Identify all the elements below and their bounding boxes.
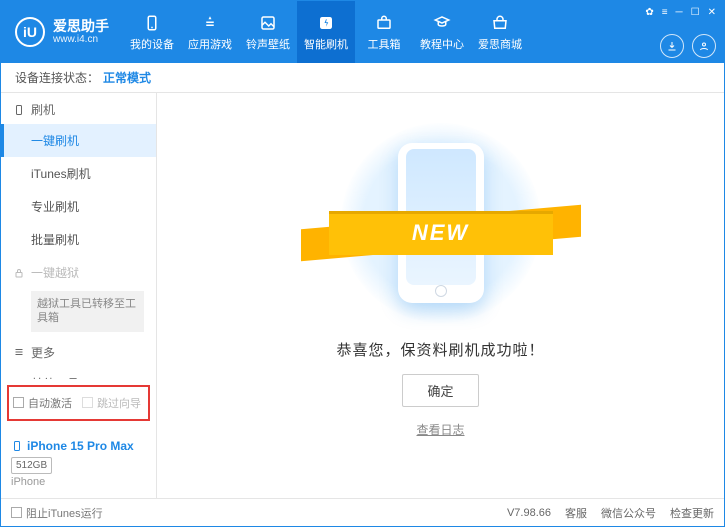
window-controls: ✿ ≡ ─ ☐ ✕ (637, 1, 724, 24)
brand-logo-icon: iU (15, 17, 45, 47)
success-illustration: NEW (341, 123, 541, 323)
nav-flash[interactable]: 智能刷机 (297, 1, 355, 63)
success-message: 恭喜您，保资料刷机成功啦！ (336, 339, 544, 360)
brand-area: iU 爱思助手 www.i4.cn (1, 1, 123, 63)
brand-site: www.i4.cn (53, 34, 109, 45)
apps-icon (200, 13, 220, 33)
device-icon (142, 13, 162, 33)
checkbox-label: 自动激活 (28, 395, 72, 411)
tutorial-icon (432, 13, 452, 33)
nav-ringtones[interactable]: 铃声壁纸 (239, 1, 297, 63)
list-icon (13, 346, 25, 358)
flash-icon (316, 13, 336, 33)
wechat-link[interactable]: 微信公众号 (601, 505, 656, 521)
device-name: iPhone 15 Pro Max (27, 437, 134, 455)
status-mode: 正常模式 (103, 69, 151, 86)
sidebar: 刷机 一键刷机 iTunes刷机 专业刷机 批量刷机 一键越狱 越狱工具已转移至… (1, 93, 157, 498)
checkbox-label: 阻止iTunes运行 (26, 505, 103, 521)
maximize-icon[interactable]: ☐ (691, 7, 700, 18)
sidebar-section-jailbreak: 一键越狱 (1, 256, 156, 287)
device-storage: 512GB (11, 457, 52, 474)
nav-label: 铃声壁纸 (246, 36, 290, 52)
device-type: iPhone (11, 474, 146, 491)
nav-label: 我的设备 (130, 36, 174, 52)
skip-guide-checkbox[interactable]: 跳过向导 (82, 395, 141, 411)
device-small-icon (11, 440, 23, 452)
sidebar-section-flash[interactable]: 刷机 (1, 93, 156, 124)
sidebar-item-pro-flash[interactable]: 专业刷机 (1, 190, 156, 223)
checkbox-label: 跳过向导 (97, 395, 141, 411)
sidebar-item-other-tools[interactable]: 其他工具 (1, 367, 156, 379)
nav-tutorials[interactable]: 教程中心 (413, 1, 471, 63)
menu-icon[interactable]: ≡ (662, 7, 668, 18)
section-label: 更多 (31, 344, 55, 361)
auto-activate-checkbox[interactable]: 自动激活 (13, 395, 72, 411)
phone-icon (13, 104, 25, 116)
account-button[interactable] (692, 34, 716, 58)
section-label: 刷机 (31, 101, 55, 118)
jailbreak-moved-note: 越狱工具已转移至工具箱 (31, 291, 144, 332)
nav-label: 工具箱 (368, 36, 401, 52)
sidebar-item-itunes-flash[interactable]: iTunes刷机 (1, 157, 156, 190)
nav-apps-games[interactable]: 应用游戏 (181, 1, 239, 63)
minimize-icon[interactable]: ─ (676, 7, 683, 18)
skin-icon[interactable]: ✿ (645, 7, 653, 18)
top-nav: 我的设备 应用游戏 铃声壁纸 智能刷机 工具箱 教程中心 (123, 1, 637, 63)
nav-my-device[interactable]: 我的设备 (123, 1, 181, 63)
close-icon[interactable]: ✕ (708, 7, 716, 18)
device-info: iPhone 15 Pro Max 512GB iPhone (1, 431, 156, 499)
store-icon (490, 13, 510, 33)
flash-options-highlight: 自动激活 跳过向导 (7, 385, 150, 421)
block-itunes-checkbox[interactable]: 阻止iTunes运行 (11, 505, 103, 521)
app-header: iU 爱思助手 www.i4.cn 我的设备 应用游戏 铃声壁纸 智能刷机 (1, 1, 724, 63)
check-update-link[interactable]: 检查更新 (670, 505, 714, 521)
nav-store[interactable]: 爱思商城 (471, 1, 529, 63)
wallpaper-icon (258, 13, 278, 33)
nav-label: 教程中心 (420, 36, 464, 52)
ok-button[interactable]: 确定 (402, 374, 478, 407)
download-button[interactable] (660, 34, 684, 58)
brand-name: 爱思助手 (53, 19, 109, 34)
ribbon-text: NEW (329, 211, 553, 255)
version-label: V7.98.66 (507, 507, 551, 519)
nav-label: 应用游戏 (188, 36, 232, 52)
sidebar-item-oneclick-flash[interactable]: 一键刷机 (1, 124, 156, 157)
status-footer: 阻止iTunes运行 V7.98.66 客服 微信公众号 检查更新 (1, 498, 724, 526)
main-content: NEW 恭喜您，保资料刷机成功啦！ 确定 查看日志 (157, 93, 724, 498)
status-label: 设备连接状态： (15, 69, 99, 86)
sidebar-section-more[interactable]: 更多 (1, 336, 156, 367)
toolbox-icon (374, 13, 394, 33)
new-ribbon: NEW (301, 211, 581, 255)
lock-icon (13, 267, 25, 279)
nav-label: 爱思商城 (478, 36, 522, 52)
section-label: 一键越狱 (31, 264, 79, 281)
nav-label: 智能刷机 (304, 36, 348, 52)
sidebar-item-batch-flash[interactable]: 批量刷机 (1, 223, 156, 256)
support-link[interactable]: 客服 (565, 505, 587, 521)
nav-toolbox[interactable]: 工具箱 (355, 1, 413, 63)
connection-status-bar: 设备连接状态： 正常模式 (1, 63, 724, 93)
view-log-link[interactable]: 查看日志 (416, 421, 464, 438)
